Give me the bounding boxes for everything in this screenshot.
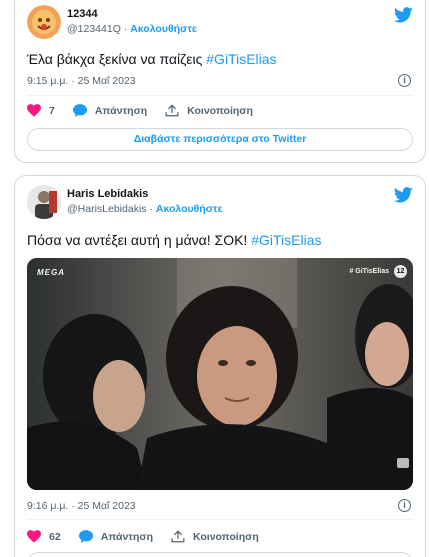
author-name[interactable]: Haris Lebidakis [67,187,223,201]
video-frame [27,258,413,490]
tweet-timestamp[interactable]: 9:15 μ.μ. · 25 Μαΐ 2023 [27,75,136,87]
separator-dot: · [149,203,153,215]
author-handle[interactable]: @123441Q [67,23,121,35]
age-rating-badge: 12 [394,265,407,278]
like-count: 62 [49,530,61,543]
like-button[interactable]: 7 [27,104,55,117]
twitter-bird-icon[interactable] [394,7,413,23]
reply-bubble-icon [72,104,87,117]
tweet-actions: 62 Απάντηση Κοινοποίηση [27,530,277,543]
avatar[interactable] [27,185,61,219]
tweet-text: Έλα βάκχα ξεκίνα να παίζεις #GiTisElias [27,51,277,67]
channel-logo: ΜΕGΑ [37,268,65,277]
tweet-actions: 7 Απάντηση Κοινοποίηση [27,104,271,117]
reply-button[interactable]: Απάντηση [72,104,148,117]
info-icon[interactable]: i [398,499,411,512]
author-handle[interactable]: @HarisLebidakis [67,203,147,215]
share-button[interactable]: Κοινοποίηση [165,104,253,117]
hashtag-link[interactable]: #GiTisElias [251,232,321,248]
heart-icon [27,530,41,543]
share-upload-icon [165,104,179,117]
tweet-header: 12344 @123441Q · Ακολουθήστε [27,5,197,39]
tweet-header: Haris Lebidakis @HarisLebidakis · Ακολου… [27,185,223,219]
tweet-card: 12344 @123441Q · Ακολουθήστε Έλα βάκχα ξ… [14,0,426,163]
divider [27,519,413,520]
divider [27,95,413,96]
share-upload-icon [171,530,185,543]
video-hashtag-overlay: # GiTisElias [349,268,389,275]
avatar[interactable] [27,5,61,39]
tweet-text-body: Πόσα να αντέξει αυτή η μάνα! ΣΟΚ! [27,232,252,248]
tweet-text: Πόσα να αντέξει αυτή η μάνα! ΣΟΚ! #GiTis… [27,232,322,248]
tweet-video[interactable]: ΜΕGΑ # GiTisElias 12 [27,258,413,490]
separator-dot: · [123,23,128,35]
share-label: Κοινοποίηση [193,530,259,543]
read-more-button-partial[interactable] [27,552,413,557]
share-button[interactable]: Κοινοποίηση [171,530,259,543]
twitter-bird-icon[interactable] [394,187,413,203]
like-button[interactable]: 62 [27,530,61,543]
author-name[interactable]: 12344 [67,7,197,21]
tweet-text-body: Έλα βάκχα ξεκίνα να παίζεις [27,51,207,67]
tweet-card: Haris Lebidakis @HarisLebidakis · Ακολου… [14,175,426,557]
reply-bubble-icon [78,530,93,543]
reply-label: Απάντηση [94,104,148,117]
like-count: 7 [49,104,55,117]
info-icon[interactable]: i [398,74,411,87]
follow-button[interactable]: Ακολουθήστε [156,203,223,215]
follow-button[interactable]: Ακολουθήστε [130,23,197,35]
read-more-button[interactable]: Διαβάστε περισσότερα στο Twitter [27,128,413,151]
reply-button[interactable]: Απάντηση [78,530,154,543]
heart-icon [27,104,41,117]
tweet-timestamp[interactable]: 9:16 μ.μ. · 25 Μαΐ 2023 [27,500,136,512]
hashtag-link[interactable]: #GiTisElias [206,51,276,67]
reply-label: Απάντηση [100,530,154,543]
share-label: Κοινοποίηση [187,104,253,117]
